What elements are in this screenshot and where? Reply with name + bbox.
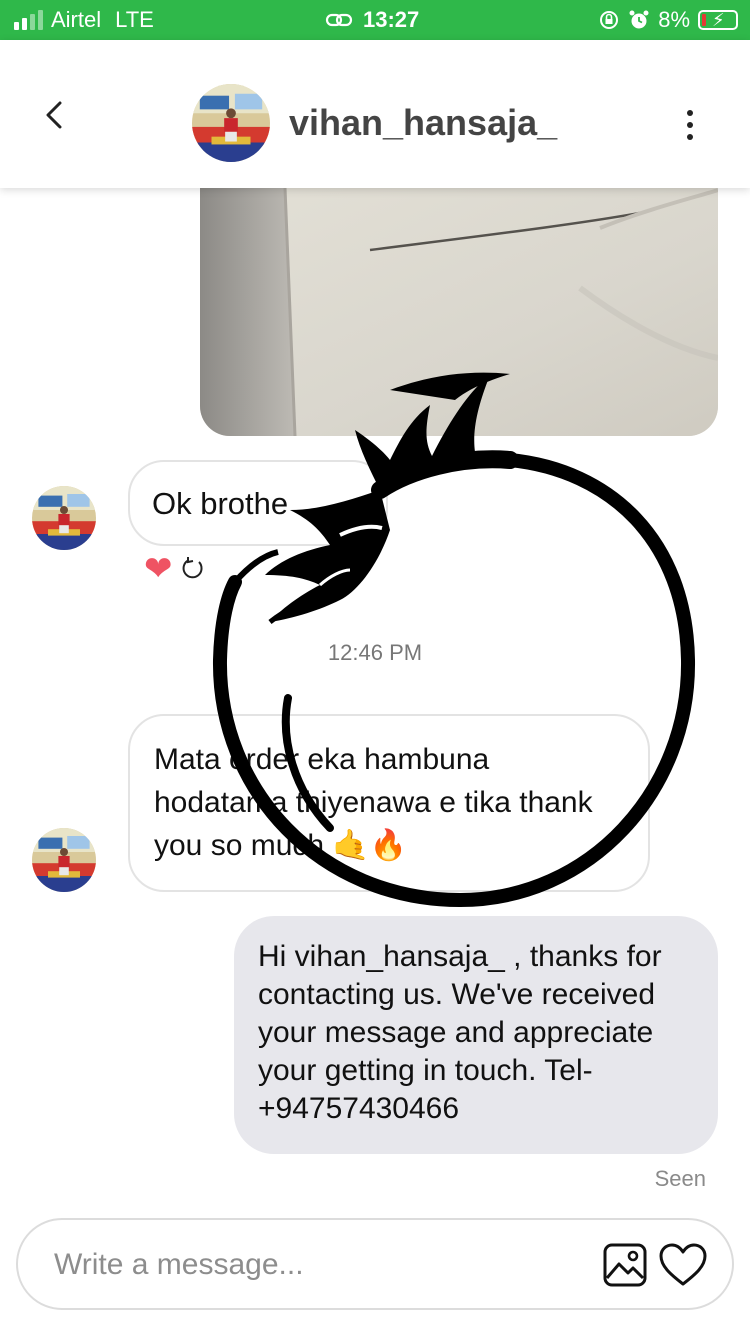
message-input[interactable] <box>52 1242 576 1288</box>
incoming-message[interactable]: Ok brothe <box>128 460 388 546</box>
message-composer <box>16 1218 734 1310</box>
chevron-left-icon[interactable] <box>40 100 70 130</box>
status-right: 8% ⚡ <box>598 7 738 33</box>
outgoing-message[interactable]: Hi vihan_hansaja_ , thanks for contactin… <box>234 916 718 1154</box>
status-center: 13:27 <box>325 7 419 33</box>
network-label: LTE <box>115 7 154 32</box>
chat-username[interactable]: vihan_hansaja_ <box>289 102 557 144</box>
alarm-icon <box>629 10 649 29</box>
seen-status: Seen <box>654 1166 706 1191</box>
status-bar: Airtel LTE 13:27 8% ⚡ <box>0 0 750 40</box>
timestamp-separator: 12:46 PM <box>327 640 423 665</box>
heart-reaction-icon[interactable]: ❤ <box>144 552 173 586</box>
avatar[interactable] <box>192 84 270 162</box>
battery-icon: ⚡ <box>698 10 738 30</box>
image-icon[interactable] <box>602 1242 648 1288</box>
status-left: Airtel LTE <box>14 7 154 33</box>
carrier-label: Airtel <box>51 7 102 32</box>
chat-header: vihan_hansaja_ <box>0 40 750 188</box>
message-reactions[interactable]: ❤ <box>144 552 207 586</box>
more-vertical-icon[interactable] <box>680 110 700 140</box>
battery-percent: 8% <box>658 7 690 32</box>
rotation-lock-icon <box>600 11 619 29</box>
heart-icon[interactable] <box>658 1242 708 1288</box>
avatar[interactable] <box>32 828 96 892</box>
signal-icon <box>14 10 43 30</box>
clock: 13:27 <box>363 7 420 32</box>
link-icon <box>325 13 353 27</box>
add-reaction-icon[interactable] <box>179 555 207 583</box>
image-message[interactable] <box>200 188 718 436</box>
incoming-message[interactable]: Mata order eka hambuna hodatama thiyenaw… <box>128 714 650 892</box>
avatar[interactable] <box>32 486 96 550</box>
